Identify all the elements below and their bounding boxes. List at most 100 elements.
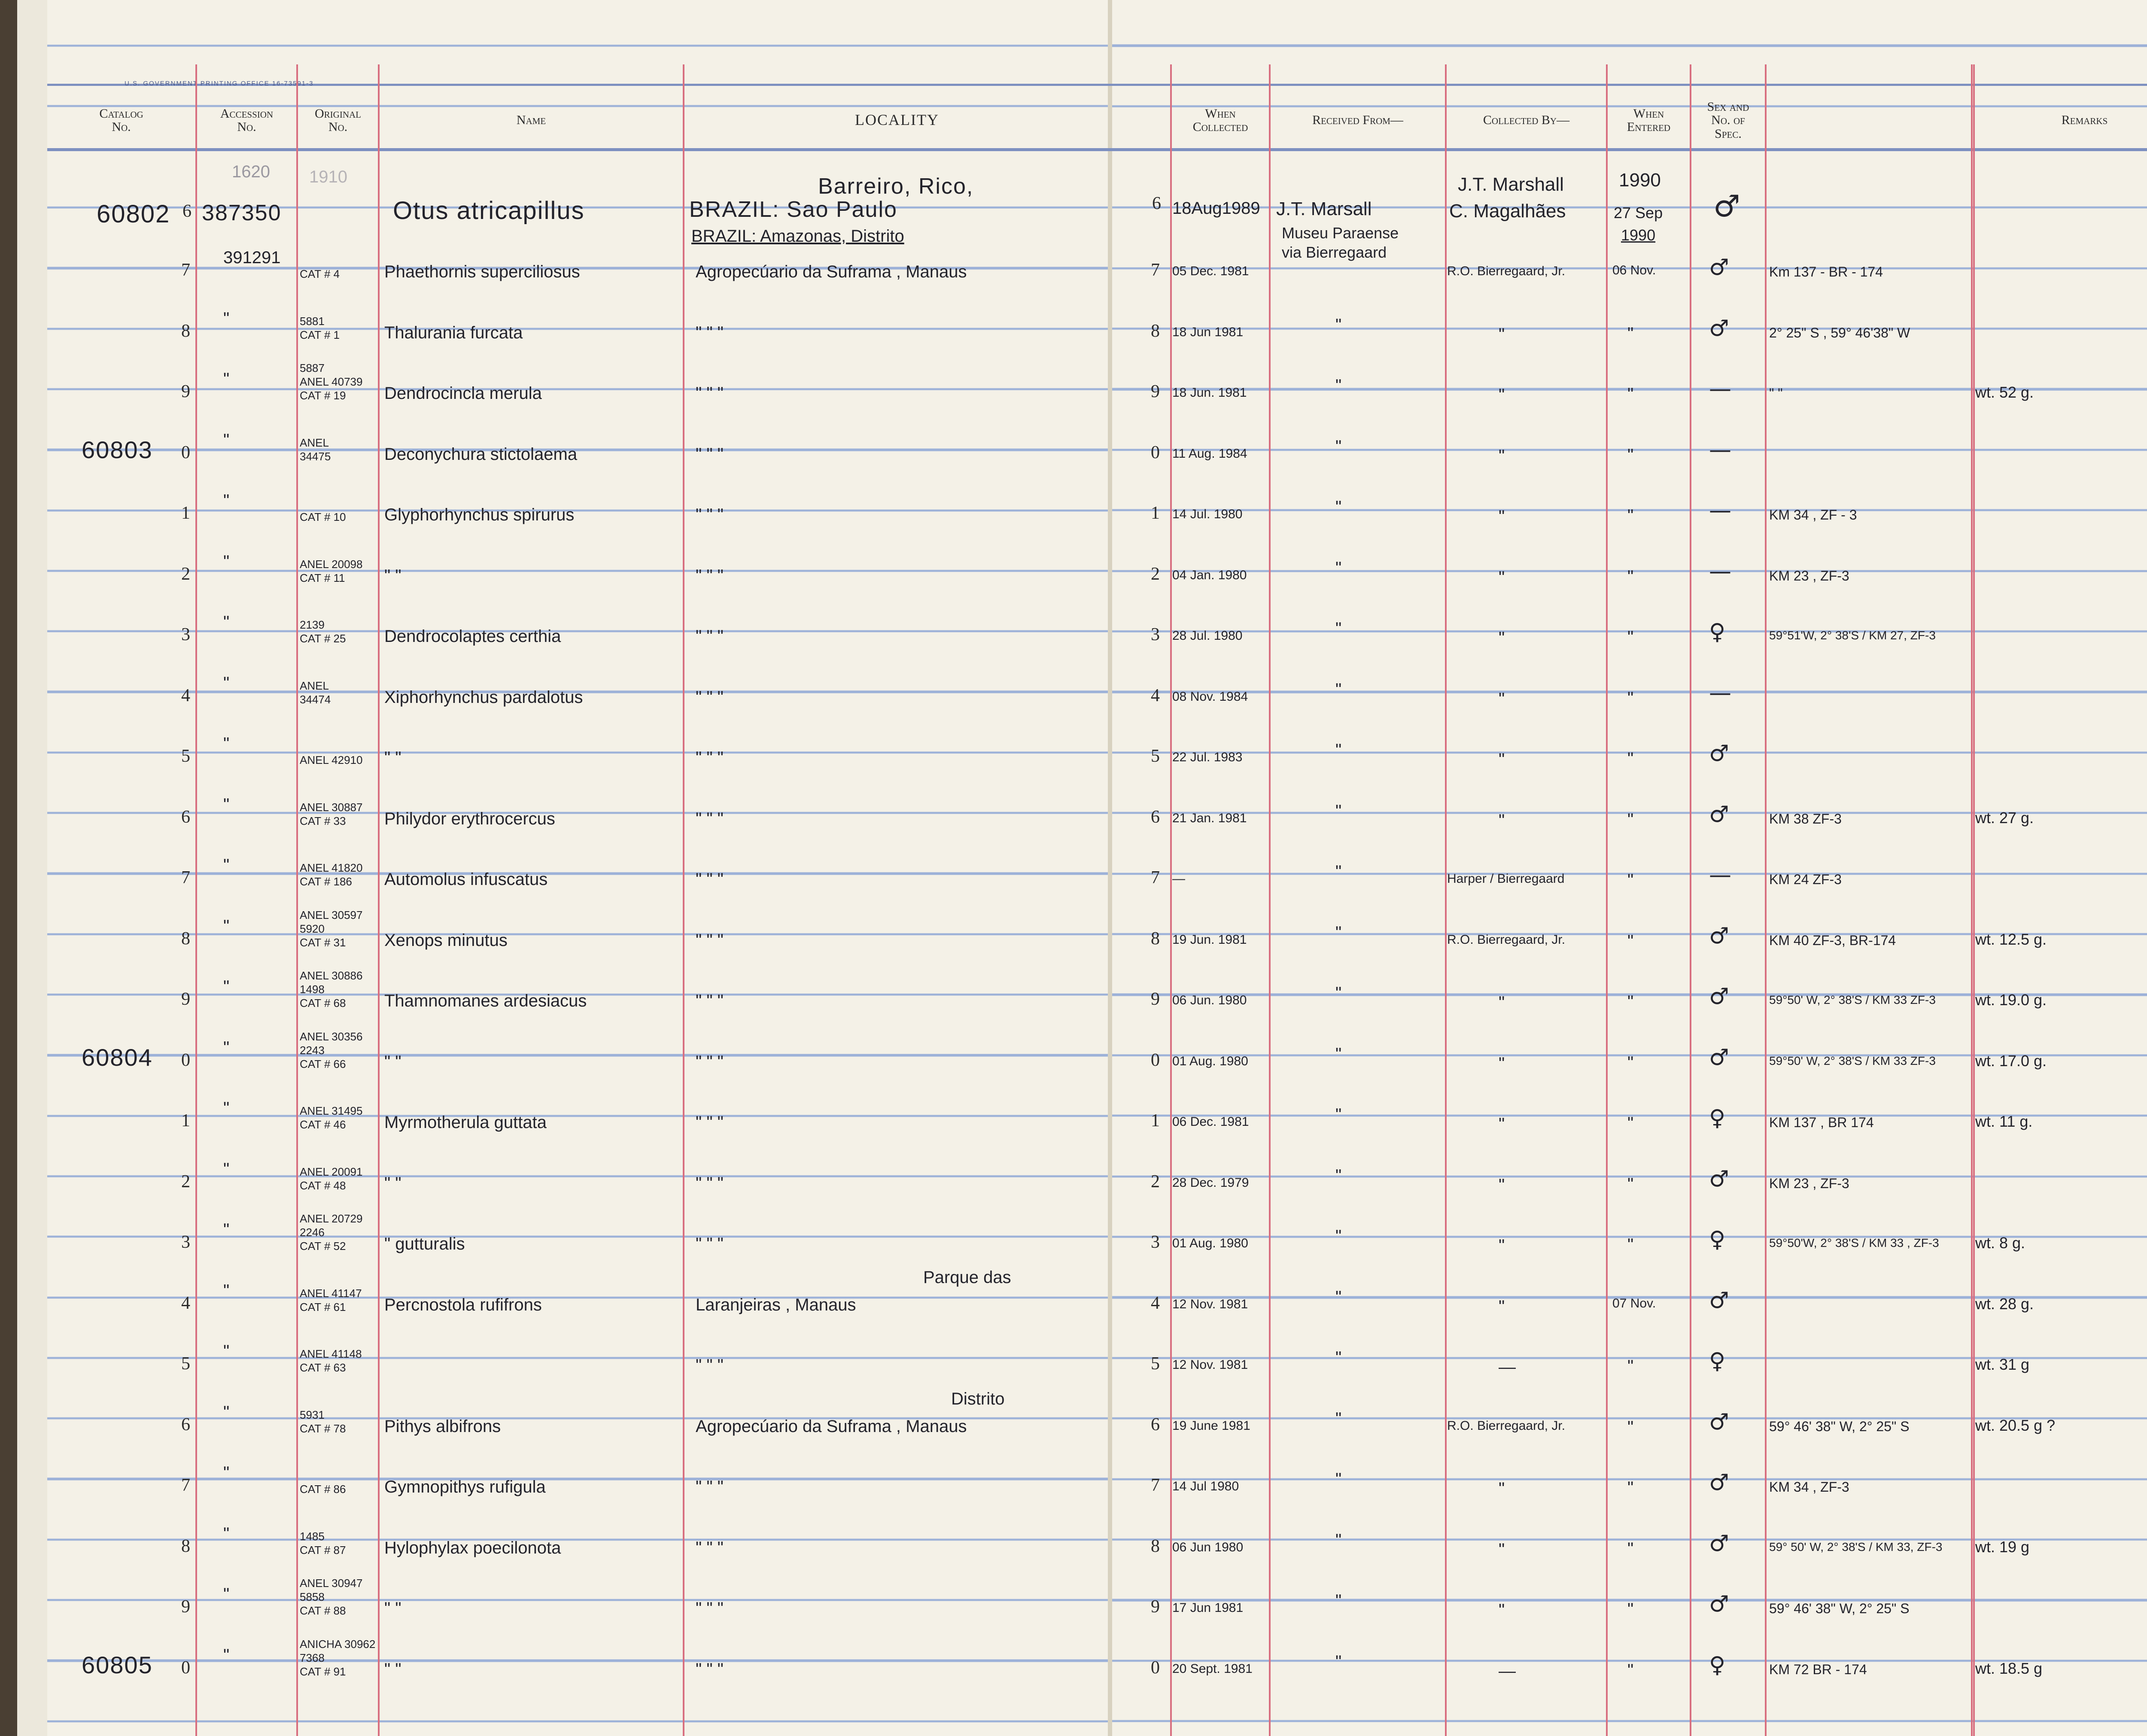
row-digit: 0 xyxy=(1151,442,1160,462)
when-collected: 01 Aug. 1980 xyxy=(1172,1054,1248,1068)
remarks-locality: " " xyxy=(1769,386,1783,401)
accession-number: " xyxy=(223,309,230,328)
when-collected: 19 Jun. 1981 xyxy=(1172,932,1247,947)
accession-number: " xyxy=(223,795,230,814)
accession-number: " xyxy=(223,491,230,510)
received-from: " xyxy=(1335,1227,1342,1246)
rule-entered xyxy=(1690,64,1691,1736)
original-number: CAT # 186 xyxy=(300,875,352,888)
accession-number: " xyxy=(223,1281,230,1300)
original-number: ANEL xyxy=(300,679,329,692)
accession-number: " xyxy=(223,1402,230,1422)
row-digit: 5 xyxy=(181,746,190,766)
received-from: " xyxy=(1335,315,1342,334)
header-sex: Sex and No. of Spec. xyxy=(1707,99,1749,141)
sex-symbol: ♀ xyxy=(1709,1227,1726,1253)
collected-by: " xyxy=(1499,689,1505,708)
when-entered: " xyxy=(1627,1235,1634,1254)
row-digit: 7 xyxy=(181,868,190,888)
row-digit: 0 xyxy=(181,1050,190,1070)
collected-by: " xyxy=(1499,993,1505,1012)
species-name: Phaethornis superciliosus xyxy=(384,262,580,281)
remarks-weight: wt. 17.0 g. xyxy=(1975,1052,2047,1070)
original-number: ANEL 40739 xyxy=(300,375,363,388)
sex-symbol: ♂ xyxy=(1709,801,1729,827)
species-name: Xiphorhynchus pardalotus xyxy=(384,687,583,707)
original-number: CAT # 91 xyxy=(300,1665,346,1678)
species-name: Myrmotherula guttata xyxy=(384,1113,547,1132)
sex-symbol: ♂ xyxy=(1709,1287,1729,1313)
accession-number: " xyxy=(223,1099,230,1118)
original-number: CAT # 46 xyxy=(300,1118,346,1131)
received-from: " xyxy=(1335,741,1342,760)
species-name: Thalurania furcata xyxy=(384,323,523,342)
header-original: Original No. xyxy=(315,106,361,134)
species-name: Automolus infuscatus xyxy=(384,870,548,889)
row-digit: 9 xyxy=(1151,1597,1160,1617)
when-collected: 20 Sept. 1981 xyxy=(1172,1661,1253,1676)
species-name: Hylophylax poecilonota xyxy=(384,1538,561,1557)
collected-by: " xyxy=(1499,1601,1505,1620)
remarks-locality: KM 34 , ZF - 3 xyxy=(1769,507,1857,523)
catalog-number: 60802 xyxy=(97,200,170,228)
rule-when xyxy=(1269,64,1271,1736)
row-digit: 4 xyxy=(181,685,190,705)
received-from: " xyxy=(1335,1287,1342,1307)
remarks-locality: Km 137 - BR - 174 xyxy=(1769,264,1883,280)
rule-collected xyxy=(1606,64,1608,1736)
sex-symbol: ♂ xyxy=(1713,188,1740,224)
accession-number: " xyxy=(223,856,230,875)
original-number: 5887 xyxy=(300,362,325,374)
received-from: " xyxy=(1335,1591,1342,1610)
header-locality: LOCALITY xyxy=(855,111,939,129)
when-entered: " xyxy=(1627,1053,1634,1072)
received-from: " xyxy=(1335,437,1342,456)
original-pencil-note: 1910 xyxy=(309,167,347,186)
row-digit: 4 xyxy=(1151,685,1160,705)
row-digit: 9 xyxy=(181,989,190,1009)
sex-symbol: ♀ xyxy=(1709,1652,1726,1678)
row-digit: 3 xyxy=(1151,625,1160,645)
when-entered: " xyxy=(1627,1539,1634,1558)
header-accession: Accession No. xyxy=(220,106,274,134)
row-digit: 4 xyxy=(1151,1293,1160,1313)
original-number: CAT # 68 xyxy=(300,997,346,1009)
original-number: 5881 xyxy=(300,314,325,328)
original-number: 34475 xyxy=(300,450,331,463)
row-digit: 2 xyxy=(1151,564,1160,584)
row-digit: 1 xyxy=(1151,503,1160,523)
original-number: 1485 xyxy=(300,1529,325,1543)
sex-symbol: — xyxy=(1709,437,1731,463)
accession-number: " xyxy=(223,1463,230,1482)
row-digit: 6 xyxy=(182,201,192,221)
sex-symbol: ♂ xyxy=(1709,315,1729,341)
when-entered: " xyxy=(1627,445,1634,465)
rule-locality xyxy=(1170,64,1172,1736)
when-entered: 06 Nov. xyxy=(1612,263,1656,277)
row-digit: 7 xyxy=(1151,868,1160,888)
collected-by: Harper / Bierregaard xyxy=(1447,872,1565,886)
original-number: ANEL 30356 xyxy=(300,1030,363,1043)
species-name: " " xyxy=(384,1052,401,1071)
species-name: " " xyxy=(384,1599,401,1618)
locality: " " " xyxy=(696,991,724,1010)
row-digit: 8 xyxy=(181,928,190,949)
when-collected: 12 Nov. 1981 xyxy=(1172,1358,1248,1372)
accession-pencil-note: 1620 xyxy=(232,162,270,181)
accession-number: " xyxy=(223,613,230,632)
original-number: CAT # 1 xyxy=(300,328,340,341)
original-number: 34474 xyxy=(300,693,331,706)
accession-number: " xyxy=(223,1342,230,1361)
accession-number: " xyxy=(223,1038,230,1057)
species-name: Otus atricapillus xyxy=(393,197,585,225)
row-digit: 8 xyxy=(1151,928,1160,949)
remarks-locality: 59°50' W, 2° 38'S / KM 33 ZF-3 xyxy=(1769,1054,1936,1067)
collected-by: " xyxy=(1499,1175,1505,1195)
original-number: ANEL 30886 xyxy=(300,969,363,982)
remarks-locality: 59°50'W, 2° 38'S / KM 33 , ZF-3 xyxy=(1769,1236,1939,1250)
original-number: ANEL 20091 xyxy=(300,1165,363,1178)
species-name: Dendrocolaptes certhia xyxy=(384,627,561,646)
original-number: ANEL 30887 xyxy=(300,800,363,814)
row-digit: 9 xyxy=(1151,382,1160,401)
when-entered: " xyxy=(1627,931,1634,951)
